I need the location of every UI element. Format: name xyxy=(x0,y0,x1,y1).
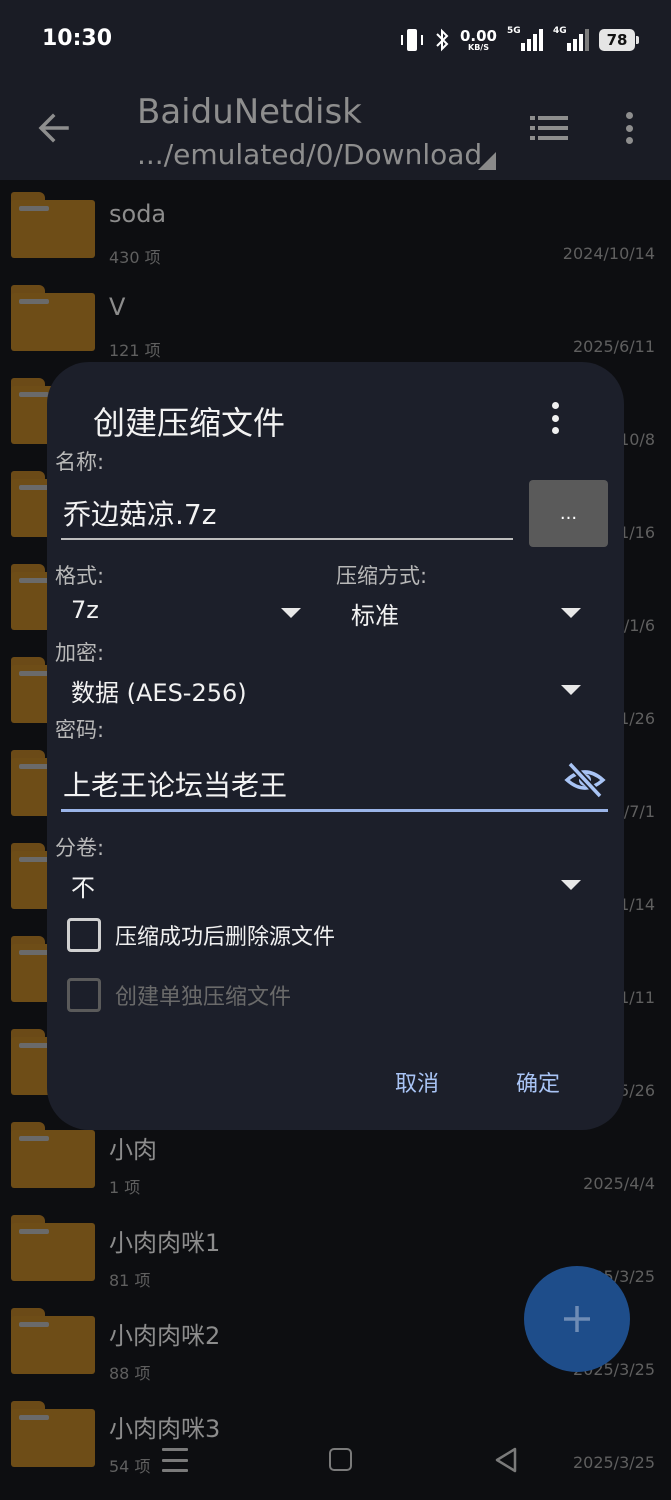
method-value: 标准 xyxy=(351,602,399,630)
dialog-title: 创建压缩文件 xyxy=(93,404,286,442)
name-label: 名称: xyxy=(55,450,105,474)
delete-source-option[interactable]: 压缩成功后删除源文件 xyxy=(67,917,335,953)
password-input[interactable]: 上老王论坛当老王 xyxy=(61,756,608,812)
more-vert-icon xyxy=(551,402,559,409)
dropdown-arrow-icon xyxy=(281,608,301,618)
format-value: 7z xyxy=(71,596,99,624)
encryption-select[interactable]: 数据 (AES-256) xyxy=(61,667,581,711)
browse-button[interactable]: ... xyxy=(529,480,608,547)
archive-name-input[interactable]: 乔边菇凉.7z xyxy=(61,492,513,540)
delete-source-label: 压缩成功后删除源文件 xyxy=(115,925,336,950)
password-value: 上老王论坛当老王 xyxy=(63,769,288,802)
dialog-menu-button[interactable] xyxy=(547,400,563,436)
password-label: 密码: xyxy=(55,718,105,742)
split-select[interactable]: 不 xyxy=(61,862,581,906)
separate-archives-label: 创建单独压缩文件 xyxy=(115,985,292,1010)
format-select[interactable]: 7z xyxy=(61,590,301,634)
format-label: 格式: xyxy=(55,564,105,588)
cancel-button[interactable]: 取消 xyxy=(395,1066,439,1098)
dropdown-arrow-icon xyxy=(561,608,581,618)
method-label: 压缩方式: xyxy=(336,564,428,588)
encrypt-label: 加密: xyxy=(55,641,105,665)
separate-archives-checkbox xyxy=(67,978,101,1012)
create-archive-dialog: 创建压缩文件 名称: 乔边菇凉.7z ... 格式: 压缩方式: 7z 标准 加… xyxy=(47,362,624,1130)
delete-source-checkbox[interactable] xyxy=(67,918,101,952)
split-value: 不 xyxy=(71,874,95,902)
ok-button[interactable]: 确定 xyxy=(516,1066,560,1098)
dropdown-arrow-icon xyxy=(561,685,581,695)
encrypt-value: 数据 (AES-256) xyxy=(71,679,247,707)
visibility-off-icon[interactable] xyxy=(564,760,606,800)
compression-method-select[interactable]: 标准 xyxy=(341,590,581,634)
split-label: 分卷: xyxy=(55,836,105,860)
separate-archives-option: 创建单独压缩文件 xyxy=(67,977,291,1013)
dropdown-arrow-icon xyxy=(561,880,581,890)
